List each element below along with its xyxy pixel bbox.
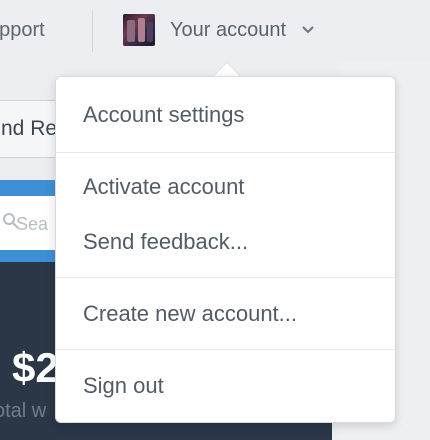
dropdown-caret xyxy=(213,63,241,77)
search-placeholder: Sea xyxy=(16,214,49,234)
account-label: Your account xyxy=(170,18,287,41)
menu-item-create-new-account[interactable]: Create new account... xyxy=(83,301,297,327)
menu-item-send-feedback[interactable]: Send feedback... xyxy=(83,229,248,255)
chevron-down-icon xyxy=(302,26,314,34)
menu-item-activate-account[interactable]: Activate account xyxy=(83,174,244,200)
balance-amount: $2 xyxy=(12,344,59,391)
account-menu-trigger[interactable]: Your account xyxy=(123,13,316,47)
balance-sublabel: otal w xyxy=(0,400,47,422)
menu-item-account-settings[interactable]: Account settings xyxy=(83,102,244,128)
background-button-label: nd Re xyxy=(1,117,58,140)
menu-divider xyxy=(56,349,395,350)
account-dropdown-menu: Account settings Activate account Send f… xyxy=(55,76,396,423)
menu-item-sign-out[interactable]: Sign out xyxy=(83,373,164,399)
avatar xyxy=(123,14,155,46)
top-bar: upport Your account xyxy=(0,0,430,62)
header-divider xyxy=(92,10,93,52)
menu-divider xyxy=(56,152,395,153)
menu-divider xyxy=(56,277,395,278)
support-link[interactable]: upport xyxy=(0,19,45,42)
